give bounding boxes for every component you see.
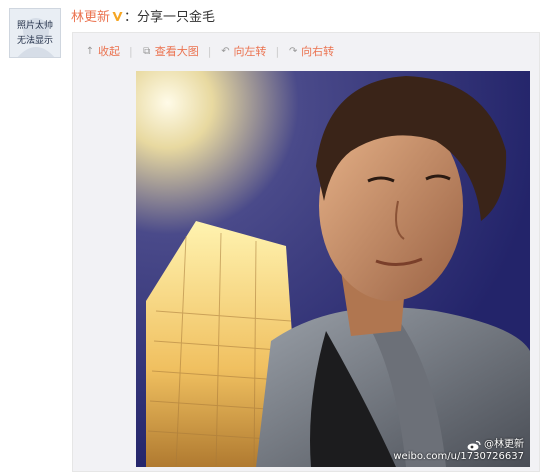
watermark-url: weibo.com/u/1730726637	[393, 451, 524, 462]
avatar-caption-line2: 无法显示	[16, 36, 53, 46]
view-large-icon: ⧉	[143, 45, 151, 57]
watermark-username: @林更新	[484, 439, 524, 450]
avatar-caption-line1: 照片太帅	[16, 21, 53, 31]
collapse-button[interactable]: ↑ 收起	[85, 43, 120, 59]
view-large-button[interactable]: ⧉ 查看大图	[142, 43, 199, 59]
toolbar-divider: |	[275, 44, 280, 58]
status-text: 分享一只金毛	[137, 10, 216, 25]
photo-watermark: @林更新 weibo.com/u/1730726637	[393, 439, 524, 463]
rotate-left-label: 向左转	[233, 45, 267, 58]
username-link[interactable]: 林更新	[71, 10, 110, 25]
default-avatar-silhouette-icon	[10, 9, 60, 57]
rotate-right-icon: ↷	[288, 45, 298, 57]
post-header: 林更新 ：分享一只金毛	[71, 9, 215, 27]
avatar[interactable]: 照片太帅 无法显示	[9, 8, 61, 58]
selfie-photo-illustration	[136, 71, 530, 467]
verified-v-icon[interactable]	[112, 11, 123, 22]
rotate-left-button[interactable]: ↶ 向左转	[220, 43, 266, 59]
post-photo[interactable]: @林更新 weibo.com/u/1730726637	[136, 71, 530, 467]
toolbar-divider: |	[207, 44, 212, 58]
weibo-logo-icon	[467, 440, 481, 450]
rotate-right-label: 向右转	[301, 45, 335, 58]
rotate-left-icon: ↶	[221, 45, 230, 57]
media-toolbar: ↑ 收起 | ⧉ 查看大图 | ↶ 向左转 | ↷ 向右转	[85, 43, 334, 59]
header-separator: ：	[124, 10, 138, 25]
view-large-label: 查看大图	[154, 45, 199, 58]
arrow-up-icon: ↑	[85, 45, 95, 57]
collapse-label: 收起	[98, 45, 120, 58]
toolbar-divider: |	[129, 44, 133, 58]
rotate-right-button[interactable]: ↷ 向右转	[288, 43, 334, 59]
